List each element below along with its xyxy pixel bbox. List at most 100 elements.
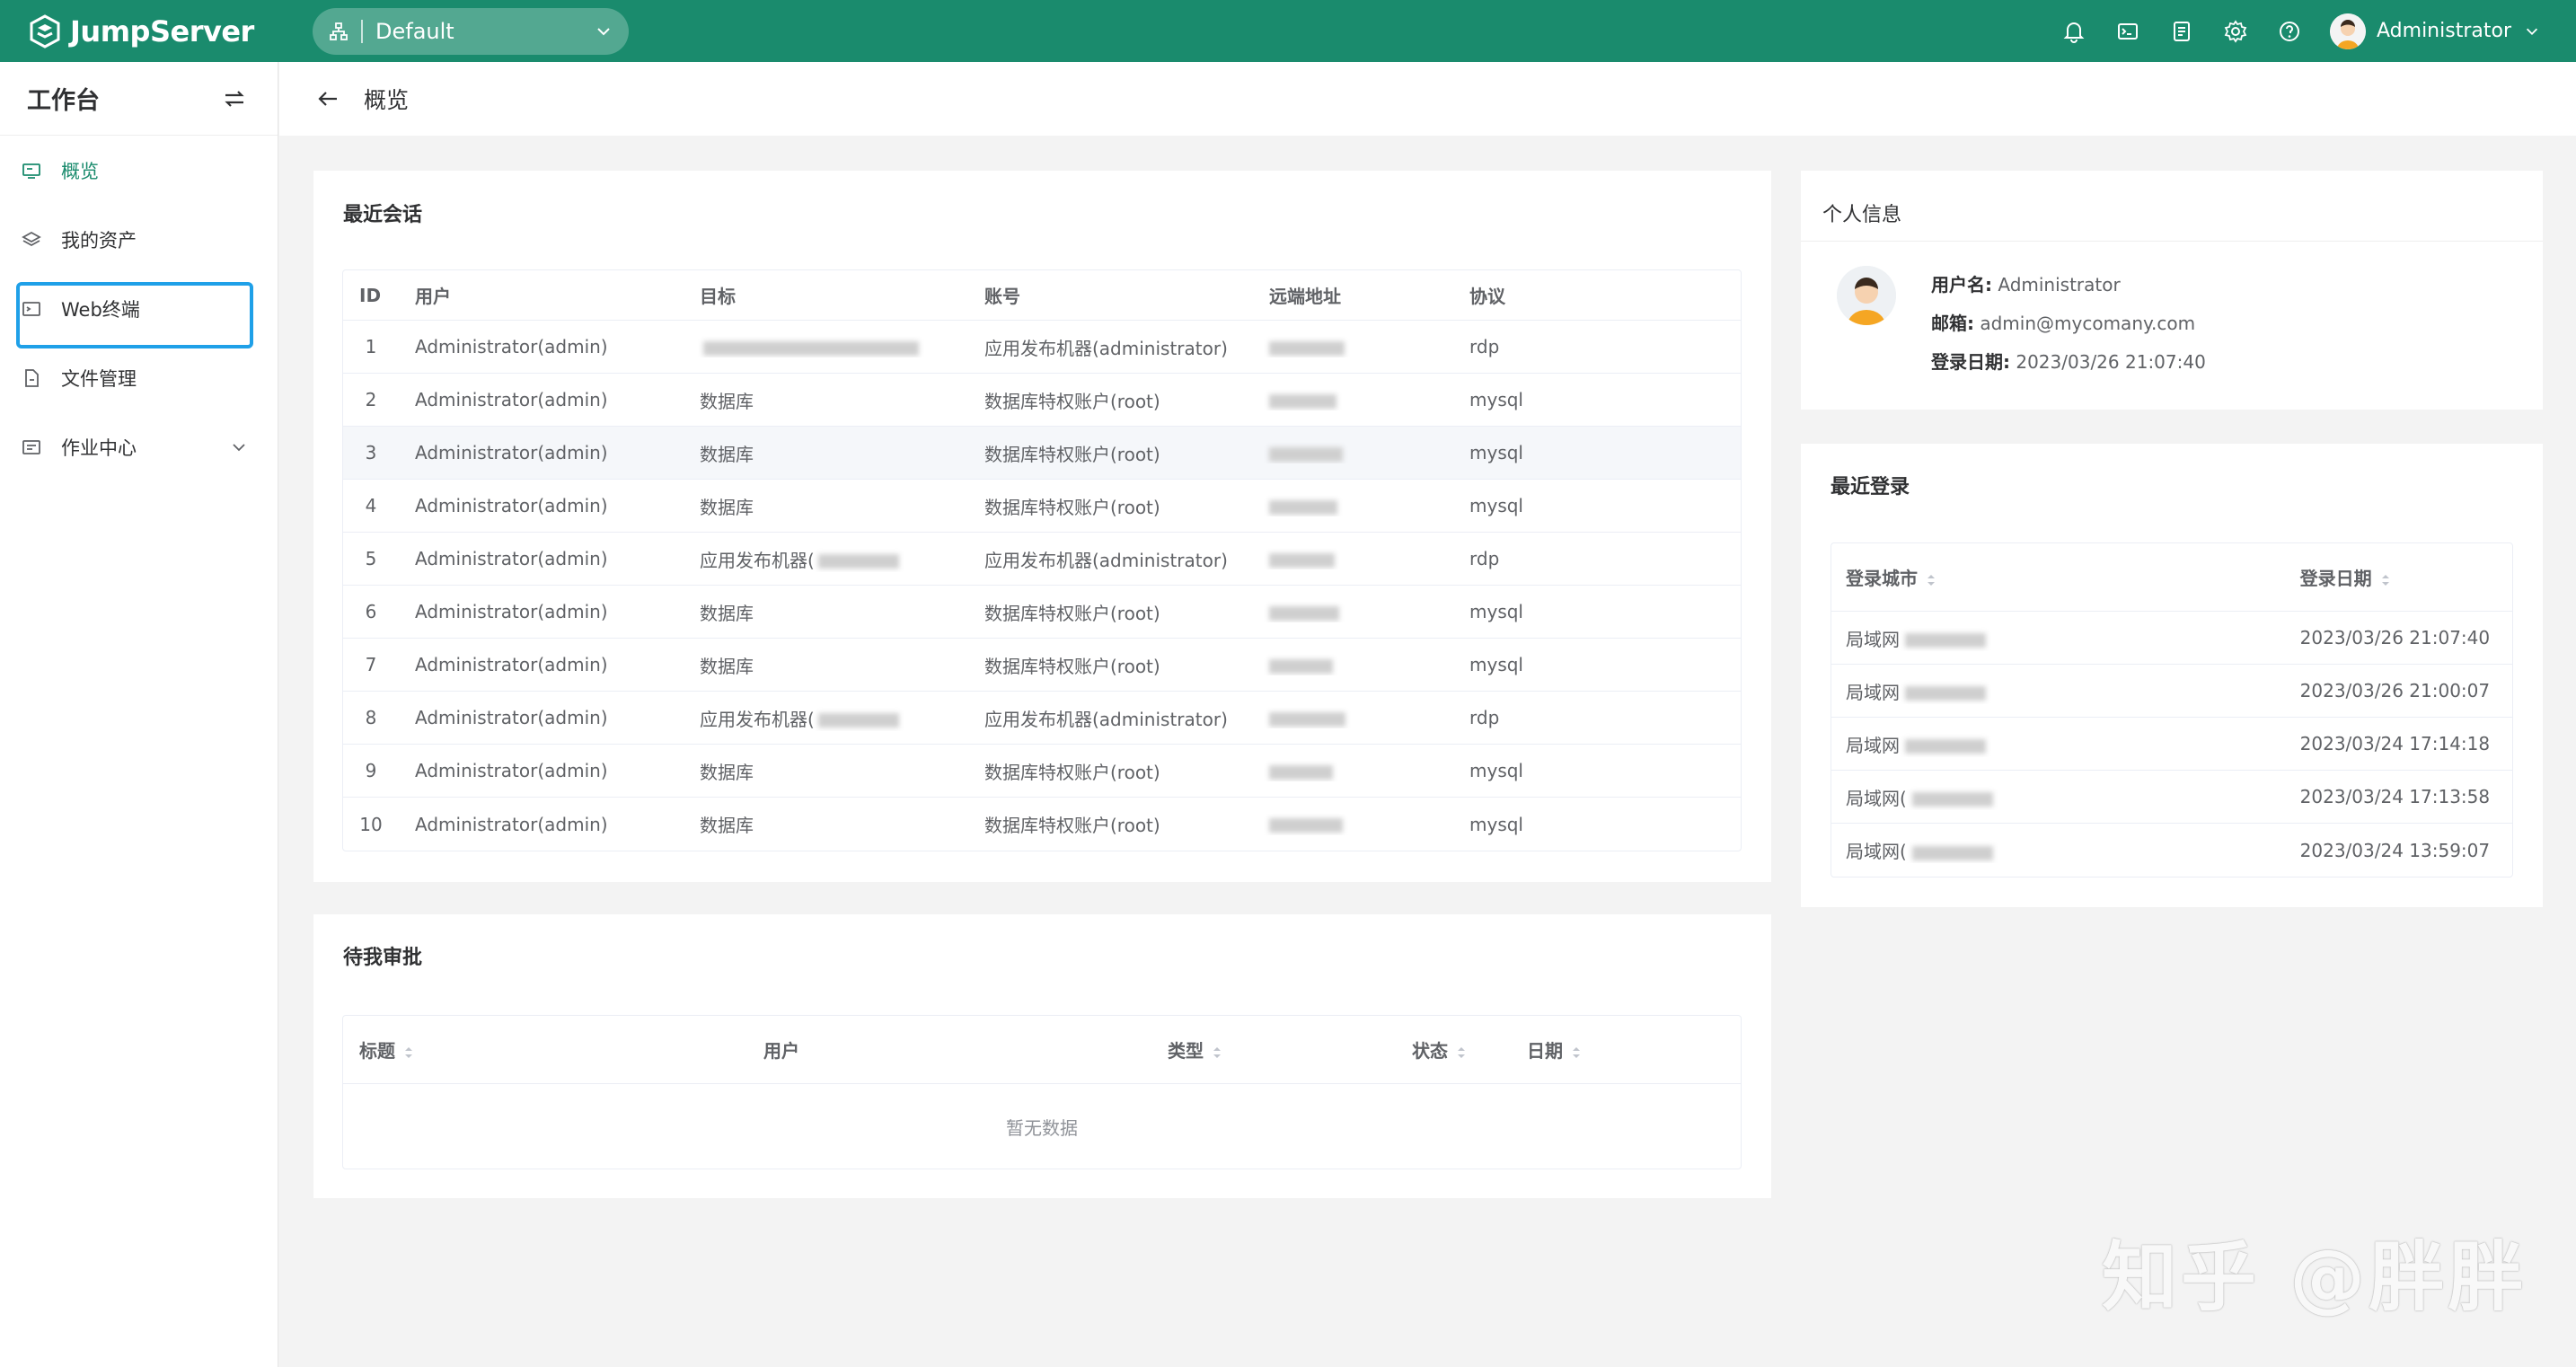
- email-value: admin@mycomany.com: [1980, 313, 2195, 334]
- col-type-label: 类型: [1168, 1040, 1204, 1062]
- username-value: Administrator: [1998, 274, 2120, 295]
- sort-icon[interactable]: [402, 1045, 415, 1061]
- redacted-blur: [1912, 846, 1993, 860]
- table-row[interactable]: 4 Administrator(admin) 数据库 数据库特权账户(root) mys…: [343, 480, 1741, 533]
- sort-icon[interactable]: [1925, 572, 1937, 588]
- logins-table-body: 局域网 2023/03/26 21:07:40 局域网 2023/03/26 21:0…: [1831, 612, 2512, 877]
- cell-login-city: 局域网(: [1831, 784, 2284, 810]
- sort-icon[interactable]: [1570, 1045, 1583, 1061]
- cell-id: 2: [343, 389, 399, 410]
- cell-protocol: mysql: [1453, 601, 1633, 622]
- sidebar-item-overview[interactable]: 概览: [0, 136, 278, 205]
- col-type[interactable]: 类型: [1151, 1036, 1396, 1063]
- brand-logo[interactable]: JumpServer: [27, 13, 313, 49]
- table-row[interactable]: 1 Administrator(admin) 应用发布机器(administrato…: [343, 321, 1741, 374]
- col-user: 用户: [747, 1036, 1151, 1063]
- recent-sessions-card: 最近会话 ID 用户 目标 账号 远端地址 协议 1 Administrator(…: [313, 171, 1771, 882]
- cell-account: 数据库特权账户(root): [968, 652, 1253, 678]
- col-title[interactable]: 标题: [343, 1036, 747, 1063]
- cell-login-city: 局域网: [1831, 731, 2284, 757]
- redacted-blur: [1912, 792, 1993, 807]
- sidebar: 工作台 概览 我的资产 Web终端 文件管理 作业中心: [0, 62, 278, 1367]
- sessions-table: ID 用户 目标 账号 远端地址 协议 1 Administrator(admin…: [342, 269, 1742, 851]
- cell-remote-addr-redacted: [1253, 389, 1453, 410]
- redacted-blur: [1905, 633, 1986, 648]
- notification-bell-icon[interactable]: [2060, 18, 2087, 45]
- help-question-icon[interactable]: [2276, 18, 2303, 45]
- col-status[interactable]: 状态: [1396, 1036, 1511, 1063]
- sort-icon[interactable]: [1211, 1045, 1223, 1061]
- sort-icon[interactable]: [2379, 572, 2392, 588]
- table-row[interactable]: 2 Administrator(admin) 数据库 数据库特权账户(root) mys…: [343, 374, 1741, 427]
- settings-gear-icon[interactable]: [2222, 18, 2249, 45]
- cell-user: Administrator(admin): [399, 548, 684, 569]
- table-row[interactable]: 7 Administrator(admin) 数据库 数据库特权账户(root) mys…: [343, 639, 1741, 692]
- profile-avatar: [1837, 266, 1896, 325]
- table-row[interactable]: 局域网 2023/03/26 21:07:40: [1831, 612, 2512, 665]
- organization-select[interactable]: Default: [313, 8, 629, 55]
- cell-target: 数据库: [684, 599, 968, 625]
- cell-account: 数据库特权账户(root): [968, 599, 1253, 625]
- sidebar-header: 工作台: [0, 62, 278, 136]
- table-row[interactable]: 3 Administrator(admin) 数据库 数据库特权账户(root) mys…: [343, 427, 1741, 480]
- cell-target: 数据库: [684, 652, 968, 678]
- cell-protocol: mysql: [1453, 654, 1633, 675]
- sidebar-item-file-manager[interactable]: 文件管理: [0, 343, 278, 412]
- col-status-label: 状态: [1412, 1040, 1448, 1062]
- cell-id: 7: [343, 654, 399, 675]
- cell-user: Administrator(admin): [399, 389, 684, 410]
- table-row[interactable]: 9 Administrator(admin) 数据库 数据库特权账户(root) mys…: [343, 745, 1741, 798]
- cell-remote-addr-redacted: [1253, 601, 1453, 622]
- table-row[interactable]: 局域网 2023/03/24 17:14:18: [1831, 718, 2512, 771]
- redacted-blur: [1269, 818, 1343, 833]
- switch-view-icon[interactable]: [222, 86, 247, 111]
- table-header: 登录城市 登录日期: [1831, 543, 2512, 612]
- cell-target: 应用发布机器(: [684, 705, 968, 731]
- cell-account: 应用发布机器(administrator): [968, 334, 1253, 360]
- cell-target: [684, 336, 968, 357]
- cell-id: 10: [343, 814, 399, 835]
- col-login-city[interactable]: 登录城市: [1831, 564, 2284, 590]
- col-login-city-label: 登录城市: [1846, 568, 1918, 589]
- tickets-icon[interactable]: [2168, 18, 2195, 45]
- table-header: ID 用户 目标 账号 远端地址 协议: [343, 270, 1741, 321]
- redacted-blur: [1905, 739, 1986, 754]
- cell-target: 数据库: [684, 440, 968, 466]
- organization-value: Default: [375, 19, 595, 44]
- table-row[interactable]: 局域网(2023/03/24 13:59:07: [1831, 824, 2512, 877]
- table-row[interactable]: 局域网 2023/03/26 21:00:07: [1831, 665, 2512, 718]
- table-row[interactable]: 6 Administrator(admin) 数据库 数据库特权账户(root) mys…: [343, 586, 1741, 639]
- col-date[interactable]: 日期: [1511, 1036, 1735, 1063]
- cell-remote-addr-redacted: [1253, 654, 1453, 675]
- cell-user: Administrator(admin): [399, 601, 684, 622]
- cell-login-date: 2023/03/26 21:00:07: [2284, 680, 2512, 701]
- cell-id: 5: [343, 548, 399, 569]
- cell-remote-addr-redacted: [1253, 548, 1453, 569]
- sidebar-item-my-assets[interactable]: 我的资产: [0, 205, 278, 274]
- email-label: 邮箱:: [1931, 313, 1974, 334]
- sidebar-item-job-center[interactable]: 作业中心: [0, 412, 278, 481]
- table-row[interactable]: 8 Administrator(admin) 应用发布机器(应用发布机器(admin…: [343, 692, 1741, 745]
- cell-login-date: 2023/03/24 17:14:18: [2284, 733, 2512, 754]
- cell-login-date: 2023/03/24 17:13:58: [2284, 786, 2512, 807]
- col-login-date[interactable]: 登录日期: [2284, 564, 2512, 590]
- sort-icon[interactable]: [1455, 1045, 1468, 1061]
- table-row[interactable]: 5 Administrator(admin) 应用发布机器(应用发布机器(admin…: [343, 533, 1741, 586]
- web-terminal-icon[interactable]: [2114, 18, 2141, 45]
- cell-target: 数据库: [684, 811, 968, 837]
- page-title: 概览: [364, 83, 409, 115]
- cell-target: 数据库: [684, 493, 968, 519]
- col-account: 账号: [968, 282, 1253, 308]
- col-id: ID: [343, 285, 399, 306]
- table-header: 标题 用户 类型 状态 日期: [343, 1016, 1741, 1084]
- table-row[interactable]: 局域网(2023/03/24 17:13:58: [1831, 771, 2512, 824]
- cell-protocol: rdp: [1453, 336, 1633, 357]
- back-arrow-icon[interactable]: [315, 86, 340, 111]
- user-menu[interactable]: Administrator: [2330, 13, 2540, 49]
- cell-account: 数据库特权账户(root): [968, 387, 1253, 413]
- cell-id: 3: [343, 442, 399, 463]
- table-row[interactable]: 10 Administrator(admin) 数据库 数据库特权账户(root) my…: [343, 798, 1741, 851]
- sidebar-nav: 概览 我的资产 Web终端 文件管理 作业中心: [0, 136, 278, 481]
- cell-protocol: mysql: [1453, 389, 1633, 410]
- sidebar-item-web-terminal[interactable]: Web终端: [0, 274, 278, 343]
